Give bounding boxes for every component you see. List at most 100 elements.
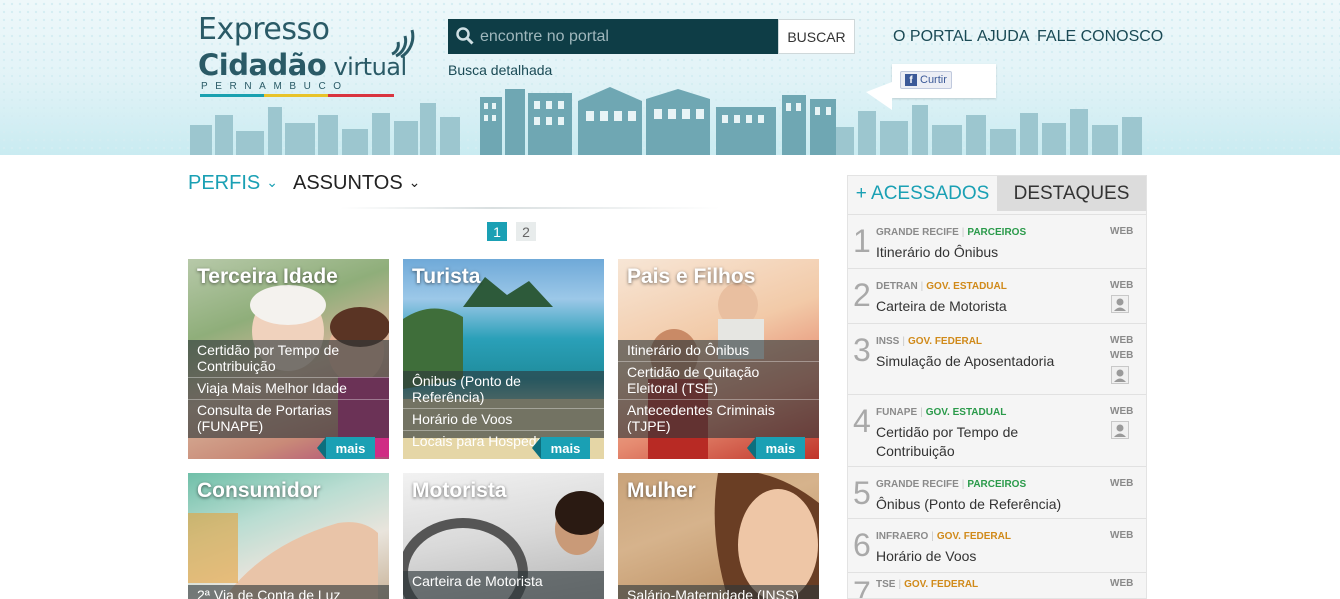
rank-number: 3 [853,332,871,368]
service-title: Ônibus (Ponto de Referência) [876,496,1062,512]
card-link[interactable]: Certidão de Quitação Eleitoral (TSE) [618,361,819,399]
web-badge: WEB [1110,406,1134,417]
card-link[interactable]: Antecedentes Criminais (TJPE) [618,399,819,437]
profile-card-consumidor[interactable]: Consumidor 2ª Via de Conta de Luz [188,473,389,599]
search-input[interactable] [478,23,772,51]
separator: | [931,531,934,542]
service-title: Carteira de Motorista [876,298,1007,314]
ranked-service-row[interactable]: 5 GRANDE RECIFE | PARCEIROS Ônibus (Ponto … [848,466,1146,519]
page-2-button[interactable]: 2 [516,222,536,241]
service-org: INFRAERO [876,531,929,542]
site-logo[interactable]: Expresso Cidadão virtual PERNAMBUCO [198,12,408,102]
search-icon [456,27,474,45]
card-title: Turista [412,265,481,288]
profile-card-pais-e-filhos[interactable]: Pais e Filhos Itinerário do Ônibus Certi… [618,259,819,459]
in-person-user-icon [1111,421,1129,439]
web-badge: WEB [1110,226,1134,237]
profile-card-terceira-idade[interactable]: Terceira Idade Certidão por Tempo de Con… [188,259,389,459]
facebook-like-label: Curtir [920,74,947,86]
facebook-like-button[interactable]: f Curtir [900,71,952,89]
menu-divider [340,207,720,209]
service-source: GRANDE RECIFE | PARCEIROS [876,227,1026,238]
logo-color-bar [200,94,394,97]
service-title: Horário de Voos [876,548,977,564]
tab-destaques[interactable]: DESTAQUES [997,176,1146,211]
search-button[interactable]: BUSCAR [778,19,855,54]
card-link[interactable]: Horário de Voos [403,408,604,430]
service-org: GRANDE RECIFE [876,227,959,238]
web-badge: WEB [1110,530,1134,541]
card-link[interactable]: Carteira de Motorista [403,571,604,592]
profile-card-mulher[interactable]: Mulher Salário-Maternidade (INSS) [618,473,819,599]
card-title: Motorista [412,479,507,502]
rank-number: 2 [853,277,871,313]
chevron-down-icon: ⌄ [408,174,421,190]
separator: | [961,479,965,490]
service-source: GRANDE RECIFE | PARCEIROS [876,479,1026,490]
card-title: Mulher [627,479,696,502]
ranked-service-row[interactable]: 4 FUNAPE | GOV. ESTADUAL Certidão por Temp… [848,394,1146,467]
page-1-button[interactable]: 1 [487,222,507,241]
card-links: Itinerário do Ônibus Certidão de Quitaçã… [618,340,819,438]
more-button[interactable]: mais [317,437,375,459]
ranked-service-row[interactable]: 1 GRANDE RECIFE | PARCEIROS Itinerário do … [848,214,1146,269]
card-link[interactable]: Certidão por Tempo de Contribuição [188,340,389,377]
service-source: INSS | GOV. FEDERAL [876,336,982,347]
ranked-service-row[interactable]: 3 INSS | GOV. FEDERAL Simulação de Aposent… [848,323,1146,395]
profile-card-motorista[interactable]: Motorista Carteira de Motorista [403,473,604,599]
rank-number: 4 [853,403,871,439]
service-source: TSE | GOV. FEDERAL [876,579,978,590]
rank-number: 1 [853,223,871,259]
service-source: DETRAN | GOV. ESTADUAL [876,281,1007,292]
rank-number: 5 [853,475,871,511]
service-category: GOV. ESTADUAL [925,407,1007,418]
card-link[interactable]: 2ª Via de Conta de Luz [188,585,389,599]
service-org: GRANDE RECIFE [876,479,959,490]
facebook-icon: f [905,74,917,86]
tab-mais-acessados[interactable]: + ACESSADOS [848,176,997,211]
card-title: Pais e Filhos [627,265,756,288]
card-link[interactable]: Consulta de Portarias (FUNAPE) [188,399,389,437]
card-link[interactable]: Salário-Maternidade (INSS) [618,585,819,599]
card-title: Terceira Idade [197,265,338,288]
service-category: GOV. FEDERAL [904,579,979,590]
card-link[interactable]: Itinerário do Ônibus [618,340,819,361]
service-org: INSS [876,336,900,347]
web-badge: WEB [1110,280,1134,291]
service-title: Itinerário do Ônibus [876,244,999,260]
speech-tail [866,82,892,110]
card-links: Certidão por Tempo de Contribuição Viaja… [188,340,389,438]
card-link[interactable]: Viaja Mais Melhor Idade [188,377,389,399]
rank-number: 6 [853,527,871,563]
header-banner: Expresso Cidadão virtual PERNAMBUCO BUSC… [0,0,1340,155]
separator: | [920,407,923,418]
service-source: FUNAPE | GOV. ESTADUAL [876,407,1006,418]
menu-assuntos[interactable]: ASSUNTOS ⌄ [293,172,420,195]
ranked-service-row[interactable]: 2 DETRAN | GOV. ESTADUAL Carteira de Motor… [848,268,1146,324]
service-title: Certidão por Tempo de Contribuição [876,424,1019,459]
in-person-user-icon [1111,295,1129,313]
web-badge: WEB [1110,335,1134,346]
chevron-down-icon: ⌄ [266,174,278,190]
more-button[interactable]: mais [532,437,590,459]
service-category: GOV. FEDERAL [907,336,983,347]
facebook-like-box: f Curtir [866,64,996,110]
card-links: Ônibus (Ponto de Referência) Horário de … [403,371,604,449]
rank-number: 7 [853,575,871,599]
ranked-service-row[interactable]: 7 TSE | GOV. FEDERAL WEB [848,572,1146,599]
web-badge: WEB [1110,578,1134,589]
more-button[interactable]: mais [747,437,805,459]
advanced-search-link[interactable]: Busca detalhada [448,62,552,78]
nav-fale-conosco[interactable]: FALE CONOSCO [1037,28,1163,46]
nav-o-portal[interactable]: O PORTAL [893,28,972,46]
web-badge: WEB [1110,350,1134,361]
card-link[interactable]: Ônibus (Ponto de Referência) [403,371,604,408]
web-badge: WEB [1110,478,1134,489]
nav-ajuda[interactable]: AJUDA [977,28,1029,46]
profile-card-turista[interactable]: Turista Ônibus (Ponto de Referência) Hor… [403,259,604,459]
ranked-service-row[interactable]: 6 INFRAERO | GOV. FEDERAL Horário de Voos … [848,518,1146,573]
card-links: Salário-Maternidade (INSS) [618,585,819,599]
menu-perfis[interactable]: PERFIS ⌄ [188,172,278,195]
service-org: DETRAN [876,281,918,292]
logo-line-3: PERNAMBUCO [201,81,349,92]
